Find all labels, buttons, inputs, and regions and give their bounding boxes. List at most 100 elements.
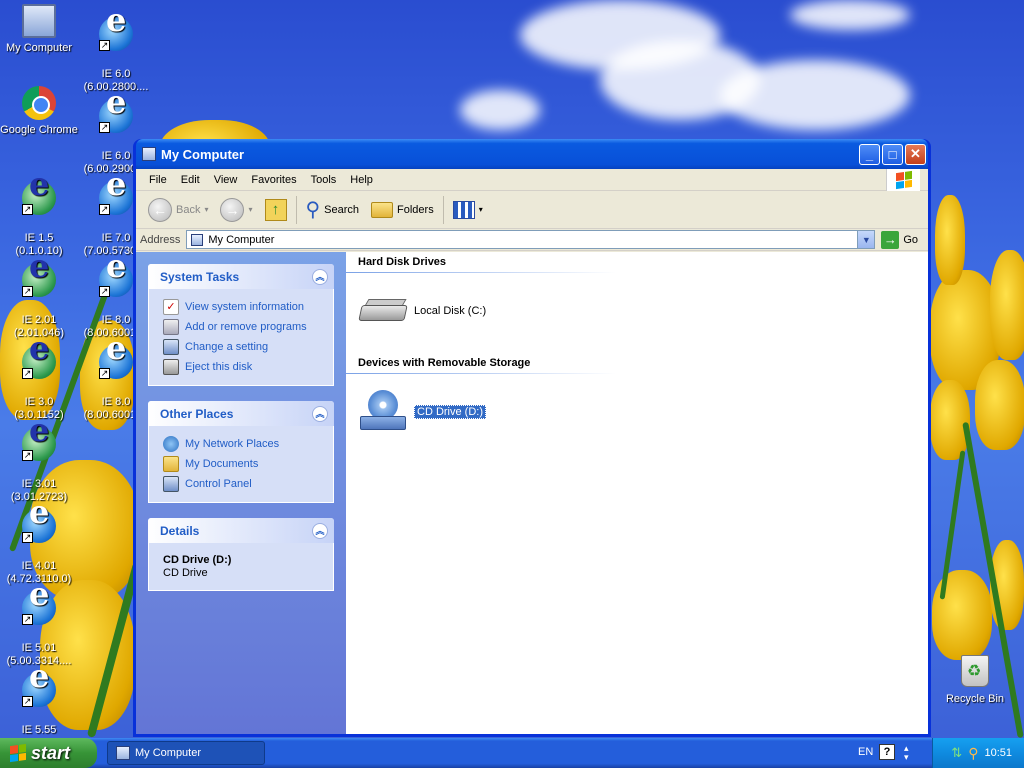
desktop-icon-chrome[interactable]: Google Chrome xyxy=(0,86,78,137)
place-label: My Documents xyxy=(185,458,259,470)
back-arrow-icon: ← xyxy=(148,197,172,222)
collapse-chevron-icon[interactable]: ︽ xyxy=(312,268,328,285)
cloud xyxy=(460,90,540,130)
file-list: Hard Disk Drives Local Disk (C:) Devices… xyxy=(346,252,928,734)
task-pane: System Tasks ︽ ✓ View system information… xyxy=(136,252,346,734)
other-places-panel: Other Places ︽ My Network Places My Docu… xyxy=(148,401,334,503)
taskbar-button-my-computer[interactable]: My Computer xyxy=(107,741,265,765)
shortcut-arrow-icon: ↗ xyxy=(22,204,33,215)
task-view-system-information[interactable]: ✓ View system information xyxy=(163,297,323,317)
maximize-icon: □ xyxy=(888,146,897,162)
toolbar-separator xyxy=(442,195,444,224)
folder-up-icon: ↑ xyxy=(264,198,287,221)
menu-help[interactable]: Help xyxy=(343,174,380,186)
panel-title: Details xyxy=(160,523,200,538)
ie-old-icon: ↗ xyxy=(22,424,56,461)
title-bar[interactable]: My Computer _ □ ✕ xyxy=(136,139,928,169)
toolbar-separator xyxy=(295,195,297,224)
views-grid-icon xyxy=(452,200,475,219)
eject-icon xyxy=(163,359,179,375)
network-icon[interactable]: ⇅ xyxy=(951,745,962,761)
desktop-icon-my-computer[interactable]: My Computer xyxy=(0,4,78,55)
address-bar: Address My Computer ▼ → Go xyxy=(136,229,928,251)
hard-disk-icon xyxy=(358,297,408,325)
task-change-setting[interactable]: Change a setting xyxy=(163,337,323,357)
shortcut-arrow-icon: ↗ xyxy=(22,368,33,379)
ie-icon: ↗ xyxy=(99,96,133,133)
maximize-button[interactable]: □ xyxy=(882,143,903,165)
chevron-down-icon[interactable]: ▾ xyxy=(248,205,252,214)
explorer-window: My Computer _ □ ✕ File Edit View Favorit… xyxy=(133,139,931,737)
chevron-down-icon: ▾ xyxy=(478,205,483,214)
go-label: Go xyxy=(903,233,918,246)
details-header[interactable]: Details ︽ xyxy=(148,518,334,543)
my-documents-icon xyxy=(163,456,179,472)
up-button[interactable]: ↑ xyxy=(259,195,293,225)
details-panel: Details ︽ CD Drive (D:) CD Drive xyxy=(148,518,334,591)
chevron-down-icon[interactable]: ▾ xyxy=(204,205,208,214)
menu-file[interactable]: File xyxy=(142,174,174,186)
my-computer-icon xyxy=(191,233,204,246)
control-panel-icon xyxy=(163,476,179,492)
desktop-icon-recycle-bin[interactable]: Recycle Bin xyxy=(944,655,1006,705)
chevron-up-icon[interactable]: ▴ ▾ xyxy=(904,744,909,762)
start-label: start xyxy=(31,742,71,763)
search-button[interactable]: ⚲ Search xyxy=(300,195,366,225)
place-control-panel[interactable]: Control Panel xyxy=(163,474,323,494)
place-my-network-places[interactable]: My Network Places xyxy=(163,434,323,454)
shortcut-arrow-icon: ↗ xyxy=(99,40,110,51)
shortcut-arrow-icon: ↗ xyxy=(99,368,110,379)
menu-tools[interactable]: Tools xyxy=(304,174,344,186)
ie-icon: ↗ xyxy=(99,342,133,379)
drive-cd-d[interactable]: CD Drive (D:) xyxy=(358,382,928,442)
help-icon[interactable]: ? xyxy=(879,744,895,760)
search-icon[interactable]: ⚲ xyxy=(968,745,978,762)
collapse-chevron-icon[interactable]: ︽ xyxy=(312,522,328,539)
collapse-chevron-icon[interactable]: ︽ xyxy=(312,405,328,422)
task-eject-disk[interactable]: Eject this disk xyxy=(163,357,323,377)
my-computer-icon xyxy=(22,4,56,38)
ie-old-icon: ↗ xyxy=(22,342,56,379)
shortcut-arrow-icon: ↗ xyxy=(99,122,110,133)
task-add-remove-programs[interactable]: Add or remove programs xyxy=(163,317,323,337)
start-button[interactable]: start xyxy=(0,738,97,768)
ie-icon: ↗ xyxy=(22,588,56,625)
shortcut-arrow-icon: ↗ xyxy=(22,696,33,707)
forward-button[interactable]: → ▾ xyxy=(214,195,258,225)
menu-favorites[interactable]: Favorites xyxy=(244,174,303,186)
go-button[interactable]: → Go xyxy=(881,230,924,249)
desktop-icon-label: My Computer xyxy=(5,42,73,54)
tulip xyxy=(935,195,965,285)
taskbar-button-label: My Computer xyxy=(135,747,202,759)
folder-icon xyxy=(371,201,394,218)
shortcut-arrow-icon: ↗ xyxy=(99,204,110,215)
close-button[interactable]: ✕ xyxy=(905,143,926,165)
address-input[interactable]: My Computer ▼ xyxy=(186,230,876,249)
address-dropdown-button[interactable]: ▼ xyxy=(857,231,875,248)
views-button[interactable]: ▾ xyxy=(447,195,489,225)
drive-local-disk-c[interactable]: Local Disk (C:) xyxy=(358,281,928,341)
drive-label-selected: CD Drive (D:) xyxy=(414,405,486,419)
back-button[interactable]: ← Back ▾ xyxy=(142,195,214,225)
back-label: Back xyxy=(176,203,201,216)
details-item-name: CD Drive (D:) xyxy=(163,554,232,566)
cloud xyxy=(790,0,910,30)
menu-view[interactable]: View xyxy=(207,174,245,186)
address-label: Address xyxy=(140,233,181,246)
other-places-header[interactable]: Other Places ︽ xyxy=(148,401,334,426)
windows-flag-icon xyxy=(895,170,912,190)
ie-icon: ↗ xyxy=(99,178,133,215)
menu-edit[interactable]: Edit xyxy=(174,174,207,186)
clock[interactable]: 10:51 xyxy=(984,747,1012,759)
place-my-documents[interactable]: My Documents xyxy=(163,454,323,474)
system-tasks-header[interactable]: System Tasks ︽ xyxy=(148,264,334,289)
language-indicator[interactable]: EN xyxy=(858,746,873,758)
minimize-button[interactable]: _ xyxy=(859,143,880,165)
my-computer-icon xyxy=(116,746,130,760)
tulip xyxy=(975,360,1024,450)
windows-flag-icon xyxy=(10,743,26,763)
add-remove-programs-icon xyxy=(163,319,179,335)
panel-title: System Tasks xyxy=(160,269,240,284)
details-item-type: CD Drive xyxy=(163,567,208,579)
folders-button[interactable]: Folders xyxy=(365,195,440,225)
